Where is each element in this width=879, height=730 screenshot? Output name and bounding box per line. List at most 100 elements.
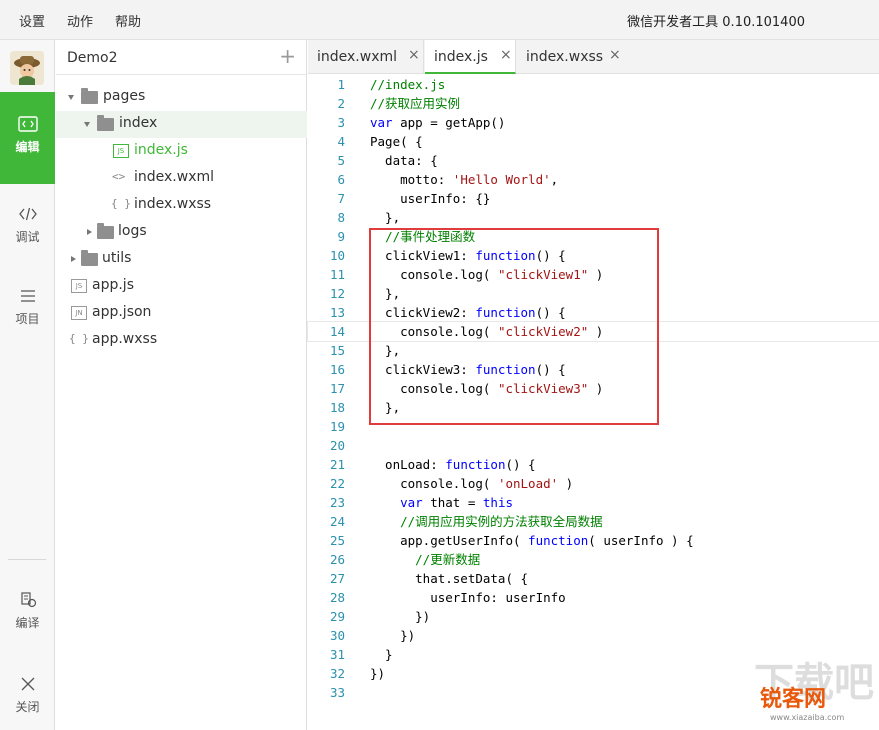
code-line[interactable]: 6 motto: 'Hello World',: [308, 170, 879, 189]
line-number: 16: [329, 362, 345, 377]
code-line[interactable]: 1 //index.js: [308, 75, 879, 94]
code-line[interactable]: 7 userInfo: {}: [308, 189, 879, 208]
menu-action[interactable]: 动作: [67, 11, 93, 30]
folder-icon: [81, 88, 98, 104]
line-number: 29: [329, 609, 345, 624]
tree-file-index-wxml[interactable]: <> index.wxml: [56, 165, 307, 192]
code-line[interactable]: 3 var app = getApp(): [308, 113, 879, 132]
tree-file-index-js[interactable]: JS index.js: [56, 138, 307, 165]
menu-help[interactable]: 帮助: [115, 11, 141, 30]
add-file-button[interactable]: +: [279, 46, 296, 66]
sidebar-item-label: 编译: [15, 616, 40, 630]
json-file-icon: JN: [71, 306, 87, 320]
tree-folder-logs[interactable]: logs: [56, 219, 307, 246]
menu-settings[interactable]: 设置: [19, 11, 45, 30]
code-text: }): [370, 666, 386, 681]
tab-index-wxml[interactable]: index.wxml ×: [308, 40, 424, 74]
tree-file-app-js[interactable]: JS app.js: [56, 273, 307, 300]
sidebar-item-edit[interactable]: 编辑: [0, 92, 55, 184]
line-number: 32: [329, 666, 345, 681]
tree-label: index.wxml: [134, 169, 215, 185]
tree-label: pages: [103, 88, 146, 104]
code-text: //index.js: [370, 77, 446, 92]
code-line[interactable]: 8 },: [308, 208, 879, 227]
tree-file-app-wxss[interactable]: { } app.wxss: [56, 327, 307, 354]
code-line[interactable]: 28 userInfo: userInfo: [308, 588, 879, 607]
tab-label: index.wxml: [317, 49, 398, 65]
line-number: 24: [329, 514, 345, 529]
code-text: },: [370, 210, 401, 225]
line-number: 5: [337, 153, 345, 168]
sidebar-item-compile[interactable]: 编译: [0, 578, 55, 642]
code-line[interactable]: 23 var that = this: [308, 493, 879, 512]
code-line[interactable]: 4 Page( {: [308, 132, 879, 151]
code-line[interactable]: 25 app.getUserInfo( function( userInfo )…: [308, 531, 879, 550]
close-icon: [21, 677, 34, 691]
code-text: motto: 'Hello World',: [370, 172, 559, 187]
sidebar-item-label: 项目: [15, 312, 40, 326]
activity-bar: 编辑 调试 项目 编译 关闭: [0, 40, 55, 730]
code-line[interactable]: 26 //更新数据: [308, 550, 879, 569]
code-line[interactable]: 24 //调用应用实例的方法获取全局数据: [308, 512, 879, 531]
app-title: 微信开发者工具 0.10.101400: [627, 15, 805, 30]
tab-close-button[interactable]: ×: [500, 47, 512, 63]
line-number: 25: [329, 533, 345, 548]
line-number: 13: [329, 305, 345, 320]
line-number: 7: [337, 191, 345, 206]
line-number: 3: [337, 115, 345, 130]
code-line[interactable]: 29 }): [308, 607, 879, 626]
code-text: }): [370, 628, 416, 643]
code-line[interactable]: 22 console.log( 'onLoad' ): [308, 474, 879, 493]
tree-folder-pages[interactable]: pages: [56, 84, 307, 111]
tab-close-button[interactable]: ×: [609, 47, 621, 63]
code-text: }): [370, 609, 431, 624]
line-number: 10: [329, 248, 345, 263]
line-number: 8: [337, 210, 345, 225]
code-line[interactable]: 30 }): [308, 626, 879, 645]
code-line[interactable]: 21 onLoad: function() {: [308, 455, 879, 474]
avatar[interactable]: [10, 51, 44, 85]
code-line[interactable]: 27 that.setData( {: [308, 569, 879, 588]
tree-folder-utils[interactable]: utils: [56, 246, 307, 273]
code-brackets-icon: [18, 207, 37, 221]
code-text: //调用应用实例的方法获取全局数据: [400, 514, 603, 529]
chevron-down-icon: [68, 95, 74, 100]
folder-icon: [97, 223, 114, 239]
tree-label: app.json: [92, 304, 152, 320]
sidebar-item-project[interactable]: 项目: [0, 274, 55, 338]
code-text: var app = getApp(): [370, 115, 506, 130]
line-number: 27: [329, 571, 345, 586]
line-number: 1: [337, 77, 345, 92]
sidebar-item-debug[interactable]: 调试: [0, 192, 55, 256]
tree-label: logs: [118, 223, 147, 239]
sidebar-item-close[interactable]: 关闭: [0, 662, 55, 726]
sidebar-item-label: 调试: [15, 230, 40, 244]
code-text: //更新数据: [415, 552, 481, 567]
tab-index-wxss[interactable]: index.wxss ×: [517, 40, 625, 74]
code-icon: [17, 116, 38, 132]
code-line[interactable]: 20: [308, 436, 879, 455]
tree-folder-index[interactable]: index: [56, 111, 307, 138]
divider: [8, 559, 46, 560]
folder-icon: [97, 115, 114, 131]
menu-bar: 设置 动作 帮助 微信开发者工具 0.10.101400: [0, 0, 879, 40]
code-line[interactable]: 2 //获取应用实例: [308, 94, 879, 113]
tab-label: index.js: [434, 49, 488, 65]
code-text: app.getUserInfo( function( userInfo ) {: [370, 533, 694, 548]
style-file-icon: { }: [69, 332, 89, 345]
line-number: 31: [329, 647, 345, 662]
tree-file-index-wxss[interactable]: { } index.wxss: [56, 192, 307, 219]
code-text: onLoad: function() {: [370, 457, 536, 472]
code-line[interactable]: 5 data: {: [308, 151, 879, 170]
tab-index-js[interactable]: index.js ×: [425, 40, 516, 74]
highlight-box: [369, 228, 659, 425]
tree-file-app-json[interactable]: JN app.json: [56, 300, 307, 327]
project-name: Demo2: [67, 50, 118, 66]
code-text: //获取应用实例: [370, 96, 461, 111]
chevron-right-icon: [87, 229, 92, 235]
line-number: 11: [329, 267, 345, 282]
code-text: data: {: [370, 153, 438, 168]
tab-close-button[interactable]: ×: [408, 47, 420, 63]
tree-label: utils: [102, 250, 132, 266]
tree-label: index.wxss: [134, 196, 212, 212]
